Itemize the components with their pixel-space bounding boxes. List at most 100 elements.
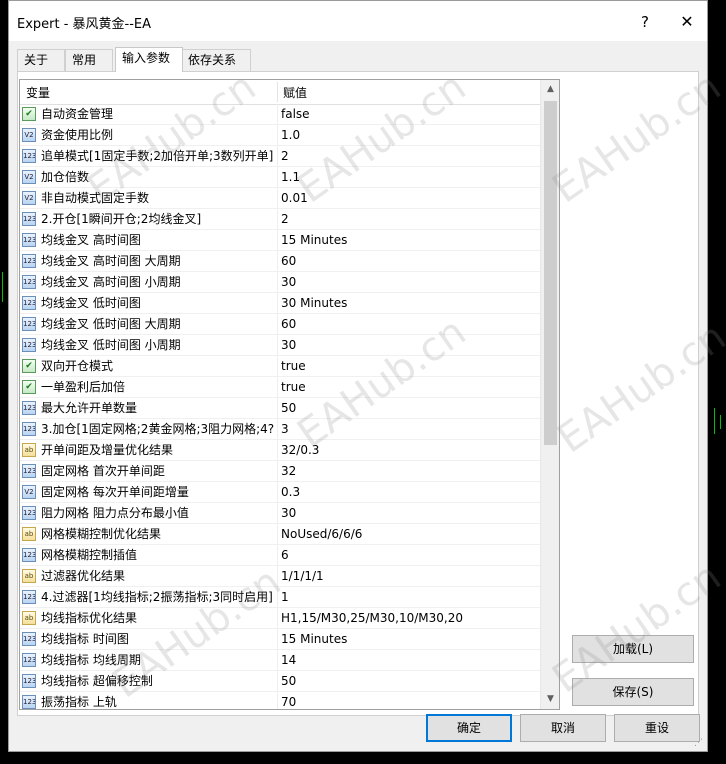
parameter-value[interactable]: 0.3 xyxy=(281,482,536,502)
parameter-value[interactable]: false xyxy=(281,104,536,124)
table-row[interactable]: 123 均线金叉 低时间图 30 Minutes xyxy=(20,293,540,314)
column-divider xyxy=(277,398,278,418)
int-type-icon: 123 xyxy=(22,590,36,604)
int-type-icon: 123 xyxy=(22,275,36,289)
table-row[interactable]: 123 均线指标 时间图 15 Minutes xyxy=(20,629,540,650)
parameter-value[interactable]: 60 xyxy=(281,251,536,271)
table-row[interactable]: 123 均线金叉 高时间图 大周期 60 xyxy=(20,251,540,272)
parameter-name: 过滤器优化结果 xyxy=(41,569,126,583)
tab-dependencies[interactable]: 依存关系 xyxy=(181,49,251,71)
table-row[interactable]: 123 追单模式[1固定手数;2加倍开单;3数列开单] 2 xyxy=(20,146,540,167)
column-divider xyxy=(277,419,278,439)
parameter-value[interactable]: 1/1/1/1 xyxy=(281,566,536,586)
table-row[interactable]: ab 过滤器优化结果 1/1/1/1 xyxy=(20,566,540,587)
save-button[interactable]: 保存(S) xyxy=(572,678,694,706)
parameter-value[interactable]: 60 xyxy=(281,314,536,334)
cancel-button[interactable]: 取消 xyxy=(520,714,606,742)
tab-common[interactable]: 常用 xyxy=(65,49,113,71)
load-button[interactable]: 加载(L) xyxy=(572,635,694,663)
table-row[interactable]: V2 资金使用比例 1.0 xyxy=(20,125,540,146)
table-row[interactable]: 123 2.开仓[1瞬间开仓;2均线金叉] 2 xyxy=(20,209,540,230)
tab-about[interactable]: 关于 xyxy=(17,49,65,71)
ok-button[interactable]: 确定 xyxy=(426,714,512,742)
column-divider xyxy=(277,230,278,250)
table-row[interactable]: 123 固定网格 首次开单间距 32 xyxy=(20,461,540,482)
parameter-value[interactable]: true xyxy=(281,356,536,376)
table-row[interactable]: 123 3.加仓[1固定网格;2黄金网格;3阻力网格;4?... 3 xyxy=(20,419,540,440)
parameter-value[interactable]: 30 xyxy=(281,272,536,292)
table-row[interactable]: 123 均线金叉 低时间图 小周期 30 xyxy=(20,335,540,356)
table-row[interactable]: 123 振荡指标 上轨 70 xyxy=(20,692,540,709)
table-row[interactable]: 123 网格模糊控制插值 6 xyxy=(20,545,540,566)
parameter-name: 自动资金管理 xyxy=(41,107,114,121)
parameter-value[interactable]: 1 xyxy=(281,587,536,607)
parameter-name: 均线金叉 高时间图 小周期 xyxy=(41,275,181,289)
scroll-down-icon[interactable]: ▼ xyxy=(541,690,559,709)
column-divider[interactable] xyxy=(277,82,278,102)
int-type-icon: 123 xyxy=(22,632,36,646)
parameter-value[interactable]: NoUsed/6/6/6 xyxy=(281,524,536,544)
parameter-value[interactable]: 30 xyxy=(281,503,536,523)
column-divider xyxy=(277,104,278,124)
table-row[interactable]: 123 均线金叉 高时间图 小周期 30 xyxy=(20,272,540,293)
help-icon[interactable]: ? xyxy=(631,11,659,33)
parameter-value[interactable]: 30 xyxy=(281,335,536,355)
table-row[interactable]: 123 最大允许开单数量 50 xyxy=(20,398,540,419)
parameter-name: 均线指标 时间图 xyxy=(41,632,129,646)
int-type-icon: 123 xyxy=(22,296,36,310)
parameter-name: 2.开仓[1瞬间开仓;2均线金叉] xyxy=(41,212,202,226)
parameter-value[interactable]: 14 xyxy=(281,650,536,670)
close-icon[interactable]: ✕ xyxy=(673,11,701,33)
table-row[interactable]: 123 阻力网格 阻力点分布最小值 30 xyxy=(20,503,540,524)
tab-inputs[interactable]: 输入参数 xyxy=(115,47,183,72)
table-row[interactable]: 123 4.过滤器[1均线指标;2振荡指标;3同时启用] 1 xyxy=(20,587,540,608)
column-divider xyxy=(277,335,278,355)
parameter-value[interactable]: 15 Minutes xyxy=(281,230,536,250)
table-row[interactable]: ✔ 自动资金管理 false xyxy=(20,104,540,125)
parameter-value[interactable]: 50 xyxy=(281,671,536,691)
parameter-value[interactable]: 30 Minutes xyxy=(281,293,536,313)
int-type-icon: 123 xyxy=(22,653,36,667)
table-row[interactable]: 123 均线指标 均线周期 14 xyxy=(20,650,540,671)
parameter-value[interactable]: 1.0 xyxy=(281,125,536,145)
parameter-value[interactable]: 1.1 xyxy=(281,167,536,187)
table-row[interactable]: V2 固定网格 每次开单间距增量 0.3 xyxy=(20,482,540,503)
table-row[interactable]: ✔ 双向开仓模式 true xyxy=(20,356,540,377)
table-row[interactable]: ab 网格模糊控制优化结果 NoUsed/6/6/6 xyxy=(20,524,540,545)
int-type-icon: 123 xyxy=(22,464,36,478)
table-row[interactable]: V2 加仓倍数 1.1 xyxy=(20,167,540,188)
table-row[interactable]: ab 开单间距及增量优化结果 32/0.3 xyxy=(20,440,540,461)
scroll-thumb[interactable] xyxy=(544,101,557,445)
table-rows: ✔ 自动资金管理 false V2 资金使用比例 1.0 123 追单模式[1固定手数;2加倍… xyxy=(20,104,540,709)
parameter-value[interactable]: 32/0.3 xyxy=(281,440,536,460)
resize-grip-icon[interactable]: ⋰ xyxy=(694,738,704,748)
vertical-scrollbar[interactable]: ▲ ▼ xyxy=(540,80,559,709)
table-row[interactable]: V2 非自动模式固定手数 0.01 xyxy=(20,188,540,209)
parameter-name: 最大允许开单数量 xyxy=(41,401,138,415)
parameter-value[interactable]: 3 xyxy=(281,419,536,439)
parameter-value[interactable]: 6 xyxy=(281,545,536,565)
parameter-value[interactable]: 0.01 xyxy=(281,188,536,208)
parameter-value[interactable]: 2 xyxy=(281,209,536,229)
parameter-value[interactable]: 32 xyxy=(281,461,536,481)
reset-button[interactable]: 重设 xyxy=(614,714,700,742)
parameter-name: 双向开仓模式 xyxy=(41,359,114,373)
scroll-up-icon[interactable]: ▲ xyxy=(541,80,559,99)
column-header-variable[interactable]: 变量 xyxy=(26,80,50,104)
parameter-name: 均线金叉 高时间图 xyxy=(41,233,141,247)
parameter-value[interactable]: 15 Minutes xyxy=(281,629,536,649)
parameter-value[interactable]: 50 xyxy=(281,398,536,418)
column-divider xyxy=(277,629,278,649)
table-row[interactable]: 123 均线金叉 高时间图 15 Minutes xyxy=(20,230,540,251)
table-row[interactable]: 123 均线金叉 低时间图 大周期 60 xyxy=(20,314,540,335)
table-row[interactable]: 123 均线指标 超偏移控制 50 xyxy=(20,671,540,692)
int-type-icon: 123 xyxy=(22,506,36,520)
parameter-value[interactable]: true xyxy=(281,377,536,397)
table-row[interactable]: ✔ 一单盈利后加倍 true xyxy=(20,377,540,398)
parameter-value[interactable]: 2 xyxy=(281,146,536,166)
table-row[interactable]: ab 均线指标优化结果 H1,15/M30,25/M30,10/M30,20 xyxy=(20,608,540,629)
column-header-value[interactable]: 赋值 xyxy=(283,80,307,104)
parameter-value[interactable]: H1,15/M30,25/M30,10/M30,20 xyxy=(281,608,536,628)
chart-line-left xyxy=(2,272,3,302)
parameter-value[interactable]: 70 xyxy=(281,692,536,709)
